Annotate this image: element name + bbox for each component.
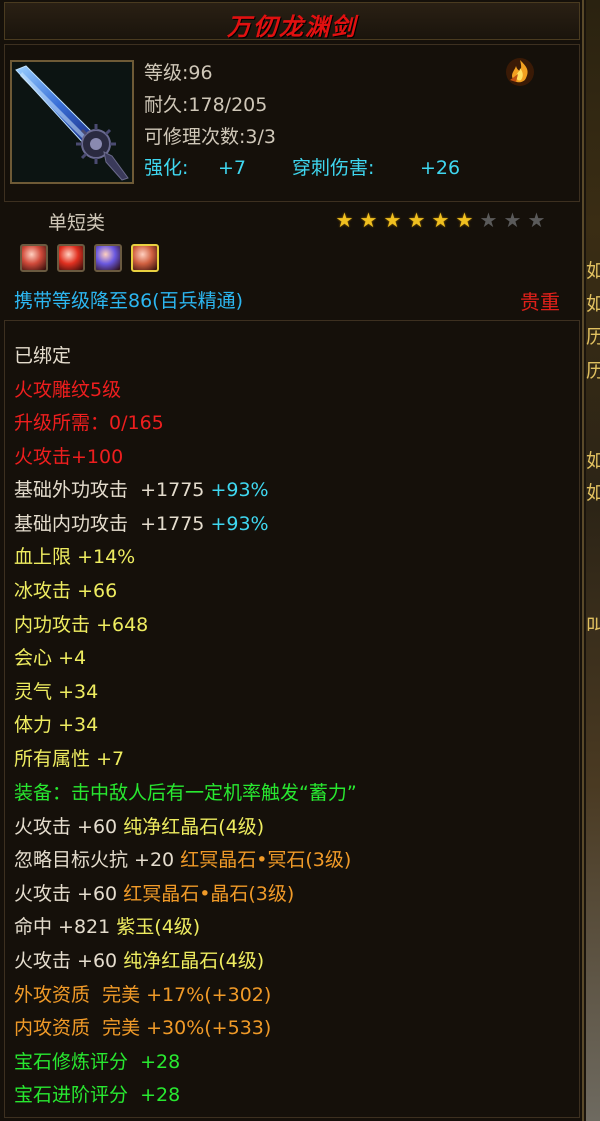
gem-name: 纯净红晶石(4级) (123, 816, 265, 838)
attr-label: 会心 (14, 647, 53, 669)
side-fragment: 如 (586, 293, 600, 315)
side-fragment: 如 (586, 482, 600, 504)
attr-label: 基础内功攻击 (14, 513, 129, 535)
attr-value: +1775 (140, 513, 205, 535)
star-rating: ★ ★ ★ ★ ★ ★ ★ ★ ★ (334, 210, 547, 231)
bound-status: 已绑定 (14, 345, 72, 367)
attr-label: 灵气 (14, 681, 53, 703)
attr-value: +7 (96, 748, 125, 770)
star-empty-icon: ★ (527, 208, 546, 232)
attr-label: 内功攻击 (14, 614, 91, 636)
enhance-label: 强化: (144, 157, 189, 179)
star-empty-icon: ★ (479, 208, 498, 232)
ice-attack-line: 冰攻击 +66 (14, 582, 117, 601)
attr-label: 基础外功攻击 (14, 479, 129, 501)
attr-label: 体力 (14, 714, 53, 736)
side-fragment: 如 (586, 450, 600, 472)
attr-label: 血上限 (14, 546, 72, 568)
stamina-line: 体力 +34 (14, 716, 98, 735)
gem-advance-score: 宝石进阶评分 +28 (14, 1084, 181, 1106)
gem-name: 红冥晶石•晶石(3级) (123, 883, 295, 905)
fire-element-icon (504, 56, 536, 88)
internal-quality: 内攻资质 完美 +30%(+533) (14, 1017, 272, 1039)
gem-stat: 火攻击 +60 (14, 950, 118, 972)
pierce-label: 穿刺伤害: (292, 157, 375, 179)
star-filled-icon: ★ (359, 208, 378, 232)
attr-value: +4 (58, 647, 87, 669)
gem-line: 命中 +821 紫玉(4级) (14, 918, 200, 937)
attr-value: +648 (96, 614, 149, 636)
crit-line: 会心 +4 (14, 649, 86, 668)
internal-attack-line: 基础内功攻击 +1775 +93% (14, 515, 269, 534)
side-fragment: 历 (586, 360, 600, 382)
external-quality: 外攻资质 完美 +17%(+302) (14, 984, 272, 1006)
item-level: 等级:96 (144, 62, 213, 84)
red-gem-icon[interactable] (131, 244, 159, 272)
gem-stat: 命中 +821 (14, 916, 111, 938)
attr-value: +14% (77, 546, 136, 568)
gem-name: 纯净红晶石(4级) (123, 950, 265, 972)
attr-value: +34 (58, 714, 99, 736)
side-fragment: 历 (586, 326, 600, 348)
star-filled-icon: ★ (383, 208, 402, 232)
all-attributes-line: 所有属性 +7 (14, 750, 124, 769)
side-fragment: 如 (586, 260, 600, 282)
attr-percent: +93% (210, 479, 269, 501)
gem-line: 忽略目标火抗 +20 红冥晶石•冥石(3级) (14, 851, 351, 870)
upgrade-requirement: 升级所需：0/165 (14, 412, 164, 434)
fire-attack-engrave: 火攻击+100 (14, 446, 124, 468)
fire-gem-icon[interactable] (57, 244, 85, 272)
attr-label: 所有属性 (14, 748, 91, 770)
item-title-bar: 万仞龙渊剑 (4, 2, 580, 41)
gem-stat: 火攻击 +60 (14, 883, 118, 905)
external-attack-line: 基础外功攻击 +1775 +93% (14, 481, 269, 500)
gem-line: 火攻击 +60 纯净红晶石(4级) (14, 818, 264, 837)
spirit-line: 灵气 +34 (14, 683, 98, 702)
carry-level-reduction: 携带等级降至86(百兵精通) (14, 290, 244, 312)
attr-value: +66 (77, 580, 118, 602)
attr-value: +1775 (140, 479, 205, 501)
gem-refine-score: 宝石修炼评分 +28 (14, 1051, 181, 1073)
gem-line: 火攻击 +60 纯净红晶石(4级) (14, 952, 264, 971)
inner-attack-line: 内功攻击 +648 (14, 616, 148, 635)
precious-tag: 贵重 (520, 290, 560, 314)
star-filled-icon: ★ (431, 208, 450, 232)
star-filled-icon: ★ (407, 208, 426, 232)
item-repair-count: 可修理次数:3/3 (144, 126, 276, 148)
gem-name: 红冥晶石•冥石(3级) (180, 849, 352, 871)
star-filled-icon: ★ (335, 208, 354, 232)
star-filled-icon: ★ (455, 208, 474, 232)
sword-icon[interactable] (10, 60, 134, 184)
gem-stat: 忽略目标火抗 +20 (14, 849, 175, 871)
item-tooltip: 万仞龙渊剑 等级:96 耐久:178/205 可修理次数:3/3 强化: +7 … (0, 0, 584, 1121)
background-window-edge: 如 如 历 历 如 如 叫 (586, 0, 600, 1121)
enhance-value: +7 (218, 157, 247, 179)
item-name: 万仞龙渊剑 (227, 12, 357, 41)
item-durability: 耐久:178/205 (144, 94, 268, 116)
attr-label: 冰攻击 (14, 580, 72, 602)
engrave-level: 火攻雕纹5级 (14, 379, 122, 401)
star-empty-icon: ★ (503, 208, 522, 232)
hp-limit-line: 血上限 +14% (14, 548, 135, 567)
weapon-category: 单短类 (48, 212, 106, 234)
purple-gem-icon[interactable] (94, 244, 122, 272)
side-fragment: 叫 (586, 615, 600, 637)
gem-line: 火攻击 +60 红冥晶石•晶石(3级) (14, 885, 294, 904)
red-gem-icon[interactable] (20, 244, 48, 272)
gem-slots (20, 244, 159, 272)
equip-effect: 装备：击中敌人后有一定机率触发“蓄力” (14, 782, 357, 804)
gem-stat: 火攻击 +60 (14, 816, 118, 838)
gem-name: 紫玉(4级) (116, 916, 201, 938)
pierce-value: +26 (420, 157, 461, 179)
attr-percent: +93% (210, 513, 269, 535)
attr-value: +34 (58, 681, 99, 703)
